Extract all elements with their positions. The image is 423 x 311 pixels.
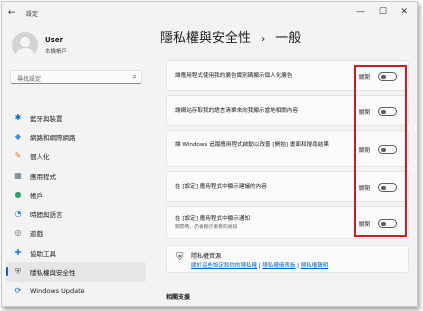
sidebar-item[interactable]: ● 帳戶 [6, 185, 146, 204]
brush-icon: ✎ [14, 151, 22, 161]
sidebar-item-label: 協助工具 [30, 249, 56, 258]
sidebar-item[interactable]: ✚ 協助工具 [6, 243, 146, 262]
settings-window: ← 設定 — ☐ ✕ User 本機帳戶 尋找設定 ⌕ ✱ 藍牙與裝置 ◆ 網路和網際… [1, 1, 418, 307]
sidebar-item[interactable]: ◎ 遊戲 [6, 224, 146, 243]
setting-label: 讓 Windows 追蹤應用程式啟動以改善 [開始] 畫面和搜尋結果 [175, 142, 329, 148]
accessibility-icon: ✚ [14, 247, 22, 257]
search-icon: ⌕ [132, 72, 137, 81]
sidebar-item[interactable]: ✱ 藍牙與裝置 [6, 108, 146, 127]
sidebar-item-label: 個人化 [30, 153, 50, 162]
sidebar-item[interactable]: ▦ 應用程式 [6, 166, 146, 185]
setting-label: 在 [設定] 應用程式中顯示建議的內容 [175, 184, 267, 190]
sidebar-item[interactable]: ⟳ Windows Update [6, 282, 146, 301]
sidebar-item[interactable]: ✎ 個人化 [6, 147, 146, 166]
shield-icon: ⛨ [15, 267, 21, 277]
breadcrumb-parent[interactable]: 隱私權與安全性 [160, 31, 251, 46]
account-icon: ● [14, 189, 22, 199]
sidebar-item-label: Windows Update [30, 287, 85, 296]
avatar[interactable] [12, 32, 38, 58]
sidebar-item-label: 應用程式 [30, 172, 56, 181]
minimize-button[interactable]: — [356, 7, 365, 17]
user-account-type: 本機帳戶 [45, 49, 68, 55]
bluetooth-icon: ✱ [14, 112, 22, 122]
setting-label: 讓網站存取我的語言清單來向我顯示當地相關內容 [175, 108, 299, 114]
sidebar-item[interactable]: ◔ 時間與語言 [6, 204, 146, 223]
window-title: 設定 [26, 11, 39, 18]
privacy-resources-card: ⛨ 隱私權資源 關於這些設定和你的隱私權 | 隱私權儀表板 | 隱私權聲明 [166, 245, 409, 273]
sidebar-item-label: 隱私權與安全性 [30, 269, 76, 278]
search-input[interactable]: 尋找設定 ⌕ [10, 70, 142, 84]
maximize-button[interactable]: ☐ [379, 7, 387, 17]
sidebar-item-label: 時間與語言 [30, 211, 63, 220]
setting-label: 讓應用程式使用我的廣告識別碼顯示個人化廣告 [175, 73, 293, 79]
breadcrumb-separator: › [261, 34, 266, 45]
link-privacy-statement[interactable]: 隱私權聲明 [301, 263, 329, 269]
related-support-heading: 相關支援 [166, 294, 191, 301]
sidebar: User 本機帳戶 尋找設定 ⌕ ✱ 藍牙與裝置 ◆ 網路和網際網路 ✎ 個人化 ▦ 應用程式… [2, 24, 148, 306]
setting-label: 在 [設定] 應用程式中顯示通知 關閉時，仍會顯示重要的通知 [175, 216, 345, 231]
sidebar-item-label: 網路和網際網路 [30, 133, 76, 142]
setting-description: 關閉時，仍會顯示重要的通知 [175, 224, 238, 230]
sidebar-item[interactable]: ◆ 網路和網際網路 [6, 127, 146, 146]
sidebar-item-label: 帳戶 [30, 191, 43, 200]
close-button[interactable]: ✕ [400, 7, 408, 17]
link-about-settings[interactable]: 關於這些設定和你的隱私權 [191, 263, 257, 269]
apps-icon: ▦ [14, 170, 22, 180]
user-name: User [45, 36, 64, 44]
setting-title: 在 [設定] 應用程式中顯示通知 [175, 216, 251, 222]
shield-icon: ⛨ [176, 252, 184, 263]
back-arrow-icon[interactable]: ← [8, 8, 16, 18]
breadcrumb: 隱私權與安全性 › 一般 [160, 27, 301, 46]
gamepad-icon: ◎ [14, 228, 22, 238]
main-content: 隱私權與安全性 › 一般 讓應用程式使用我的廣告識別碼顯示個人化廣告 關閉 讓網… [152, 24, 414, 306]
sidebar-item-label: 遊戲 [30, 230, 43, 239]
resources-links: 關於這些設定和你的隱私權 | 隱私權儀表板 | 隱私權聲明 [191, 261, 328, 269]
link-privacy-dashboard[interactable]: 隱私權儀表板 [262, 263, 295, 269]
globe-clock-icon: ◔ [14, 209, 22, 219]
resources-title: 隱私權資源 [191, 253, 222, 260]
sidebar-nav: ✱ 藍牙與裝置 ◆ 網路和網際網路 ✎ 個人化 ▦ 應用程式 ● 帳戶 ◔ 時間與語言 ◎ 遊戲 ✚ 協助工具… [6, 108, 146, 301]
title-bar: ← 設定 — ☐ ✕ [2, 2, 417, 24]
page-title: 一般 [275, 31, 302, 46]
windows-update-icon: ⟳ [14, 286, 22, 296]
wifi-icon: ◆ [14, 131, 22, 141]
sidebar-item-label: 藍牙與裝置 [30, 114, 63, 123]
annotation-highlight-box [354, 65, 407, 237]
sidebar-item[interactable]: ⛨ 隱私權與安全性 [6, 262, 146, 282]
search-placeholder: 尋找設定 [17, 76, 42, 83]
